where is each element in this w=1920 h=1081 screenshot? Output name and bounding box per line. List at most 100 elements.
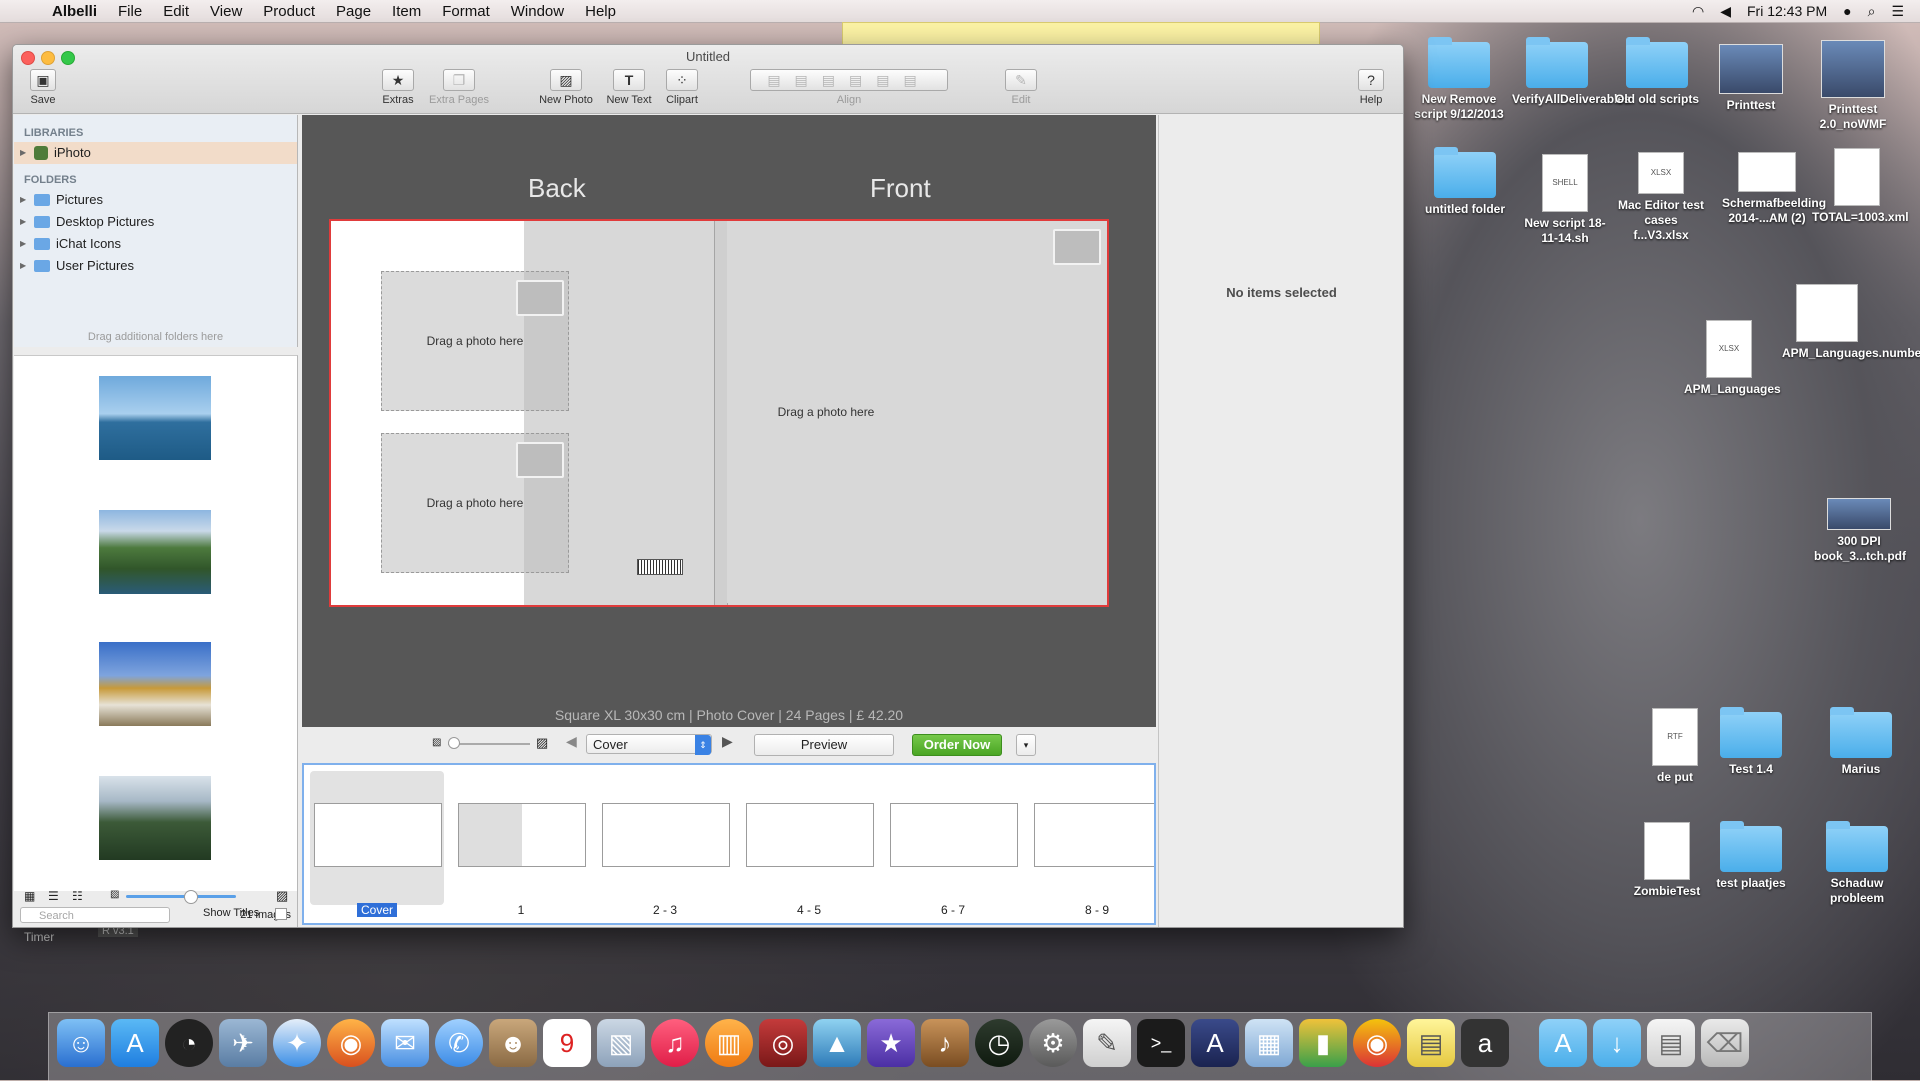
sidebar-item-desktop-pictures[interactable]: ▶ Desktop Pictures	[14, 211, 297, 233]
desktop-icon[interactable]: untitled folder	[1420, 147, 1510, 217]
messages-icon[interactable]: ✆	[435, 1019, 483, 1067]
desktop-icon[interactable]: Schermafbeelding 2014-...AM (2)	[1722, 152, 1826, 226]
calendar-icon[interactable]: 9	[543, 1019, 591, 1067]
grid-view-icon[interactable]: ▦	[24, 889, 35, 903]
desktop-icon[interactable]: ZombieTest	[1622, 822, 1712, 899]
imovie-icon[interactable]: ★	[867, 1019, 915, 1067]
trash-icon[interactable]: ⌫	[1701, 1019, 1749, 1067]
disclosure-triangle-icon[interactable]: ▶	[20, 142, 26, 164]
volume-icon[interactable]: ◀	[1720, 3, 1731, 20]
desktop-icon[interactable]: New Remove script 9/12/2013	[1414, 37, 1504, 122]
slider-knob[interactable]	[184, 890, 198, 904]
clipart-button[interactable]: ⁘ Clipart	[659, 69, 705, 106]
sidebar-item-user-pictures[interactable]: ▶ User Pictures	[14, 255, 297, 277]
desktop-icon[interactable]: XLSX Mac Editor test cases f...V3.xlsx	[1616, 152, 1706, 243]
desktop-icon[interactable]: test plaatjes	[1706, 821, 1796, 891]
desktop-icon[interactable]: APM_Languages.numbers	[1782, 284, 1920, 361]
list-view-icon[interactable]: ☰	[48, 889, 59, 903]
photo-placeholder-back-top[interactable]: Drag a photo here	[381, 271, 569, 411]
desktop-icon[interactable]: TOTAL=1003.xml	[1812, 148, 1909, 225]
charts-icon[interactable]: ▮	[1299, 1019, 1347, 1067]
app-store-icon[interactable]: A	[111, 1019, 159, 1067]
disclosure-triangle-icon[interactable]: ▶	[20, 233, 26, 255]
menu-help[interactable]: Help	[585, 3, 616, 20]
show-titles-checkbox[interactable]	[275, 908, 287, 920]
cover-spread[interactable]: Drag a photo here Drag a photo here Drag…	[329, 219, 1109, 607]
user-icon[interactable]: ●	[1843, 3, 1851, 19]
menubar-clock[interactable]: Fri 12:43 PM	[1747, 3, 1827, 19]
search-input[interactable]: Search	[20, 907, 170, 923]
ibooks-icon[interactable]: ▥	[705, 1019, 753, 1067]
photo-thumbnail[interactable]	[99, 642, 211, 726]
firefox-icon[interactable]: ◉	[327, 1019, 375, 1067]
desktop-icon[interactable]: Test 1.4	[1706, 707, 1796, 777]
photo-thumbnail[interactable]	[99, 510, 211, 594]
downloads-folder-icon[interactable]: ↓	[1593, 1019, 1641, 1067]
albelli-dock-icon[interactable]: a	[1461, 1019, 1509, 1067]
iphoto-dock-icon[interactable]: ▲	[813, 1019, 861, 1067]
applications-folder-icon[interactable]: A	[1539, 1019, 1587, 1067]
desktop-icon[interactable]: Old old scripts	[1612, 37, 1702, 107]
dashboard-icon[interactable]: ◔	[165, 1019, 213, 1067]
photo-placeholder-back-bottom[interactable]: Drag a photo here	[381, 433, 569, 573]
garageband-icon[interactable]: ♪	[921, 1019, 969, 1067]
menu-view[interactable]: View	[210, 3, 242, 20]
page-thumbnail-6-7[interactable]	[890, 803, 1018, 867]
photo-placeholder-front[interactable]: Drag a photo here	[727, 221, 1105, 603]
spotlight-icon[interactable]: ⌕	[1868, 3, 1876, 20]
page-thumbnail-cover[interactable]	[314, 803, 442, 867]
thumbnail-size-slider[interactable]	[126, 895, 236, 898]
preview-app-icon[interactable]: ✈	[219, 1019, 267, 1067]
terminal-icon[interactable]: >_	[1137, 1019, 1185, 1067]
sidebar-item-pictures[interactable]: ▶ Pictures	[14, 189, 297, 211]
menu-format[interactable]: Format	[442, 3, 490, 20]
menu-page[interactable]: Page	[336, 3, 371, 20]
contacts-icon[interactable]: ☻	[489, 1019, 537, 1067]
image-capture-icon[interactable]: ▧	[597, 1019, 645, 1067]
previous-page-arrow-icon[interactable]: ◀	[566, 733, 577, 750]
desktop-icon[interactable]: Printtest 2.0_noWMF	[1808, 40, 1898, 132]
extra-pages-button[interactable]: ❐ Extra Pages	[421, 69, 497, 106]
next-page-arrow-icon[interactable]: ▶	[722, 733, 733, 750]
safari-icon[interactable]: ✦	[273, 1019, 321, 1067]
time-machine-icon[interactable]: ◷	[975, 1019, 1023, 1067]
documents-stack-icon[interactable]: ▤	[1647, 1019, 1695, 1067]
desktop-icon[interactable]: VerifyAllDeliverables	[1512, 37, 1631, 107]
xcode-instruments-icon[interactable]: A	[1191, 1019, 1239, 1067]
page-thumbnail-8-9[interactable]	[1034, 803, 1154, 867]
zoom-slider[interactable]	[448, 743, 530, 745]
preview-button[interactable]: Preview	[754, 734, 894, 756]
photo-thumbnail[interactable]	[99, 776, 211, 860]
page-select[interactable]: Cover ⇕	[586, 734, 712, 755]
new-photo-button[interactable]: ▨ New Photo	[535, 69, 597, 106]
page-thumbnail-strip[interactable]: Cover 1 2 - 3 4 - 5 6 - 7 8 - 9	[302, 763, 1156, 925]
page-thumbnail-4-5[interactable]	[746, 803, 874, 867]
desktop-icon[interactable]: SHELL New script 18-11-14.sh	[1520, 154, 1610, 246]
photo-thumbnail[interactable]	[99, 376, 211, 460]
detail-view-icon[interactable]: ☷	[72, 889, 83, 903]
stickies-icon[interactable]: ▤	[1407, 1019, 1455, 1067]
save-button[interactable]: ▣ Save	[23, 69, 63, 106]
help-button[interactable]: ? Help	[1351, 69, 1391, 106]
itunes-icon[interactable]: ♫	[651, 1019, 699, 1067]
desktop-icon[interactable]: Marius	[1816, 707, 1906, 777]
disclosure-triangle-icon[interactable]: ▶	[20, 211, 26, 233]
zoom-out-icon[interactable]: ▨	[432, 737, 441, 748]
menu-file[interactable]: File	[118, 3, 142, 20]
disclosure-triangle-icon[interactable]: ▶	[20, 255, 26, 277]
menu-product[interactable]: Product	[263, 3, 315, 20]
photo-booth-icon[interactable]: ◎	[759, 1019, 807, 1067]
menu-window[interactable]: Window	[511, 3, 564, 20]
wifi-icon[interactable]: ◠	[1692, 3, 1704, 20]
textedit-icon[interactable]: ✎	[1083, 1019, 1131, 1067]
notification-center-icon[interactable]: ☰	[1891, 3, 1904, 20]
align-group[interactable]: ▤▤▤▤▤▤ Align	[749, 69, 949, 106]
sidebar-item-iphoto[interactable]: ▶ iPhoto	[14, 142, 297, 164]
zoom-slider-knob[interactable]	[448, 737, 460, 749]
numbers-icon[interactable]: ▦	[1245, 1019, 1293, 1067]
disclosure-triangle-icon[interactable]: ▶	[20, 189, 26, 211]
mail-icon[interactable]: ✉	[381, 1019, 429, 1067]
more-options-chevron-icon[interactable]: ▾	[1016, 734, 1036, 756]
desktop-icon[interactable]: Schaduw probleem	[1812, 821, 1902, 906]
desktop-icon[interactable]: 300 DPI book_3...tch.pdf	[1814, 498, 1906, 564]
